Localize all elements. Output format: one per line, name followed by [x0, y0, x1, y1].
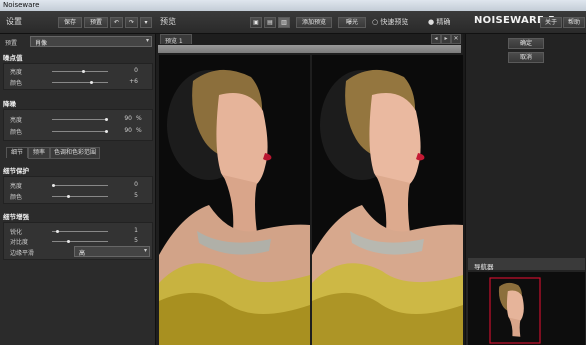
- preset-button[interactable]: 预置: [84, 17, 108, 28]
- undo-icon[interactable]: ↶: [110, 17, 123, 28]
- noise-level-row-value: +6: [129, 78, 138, 85]
- navigator-header: 导航器: [468, 258, 585, 271]
- detail-enhance-row-label: 锐化: [10, 229, 23, 236]
- preview-tab-label: 预览 1: [165, 38, 183, 45]
- noise-reduction-row-value: 90: [124, 115, 132, 122]
- noise-reduction-title: 降噪: [3, 100, 16, 108]
- detail-protection-box: 亮度 0 颜色 5: [3, 176, 153, 204]
- fast-preview-radio[interactable]: ○ 快速预览: [372, 17, 408, 27]
- slider-knob[interactable]: [52, 184, 55, 187]
- about-button[interactable]: 关于: [540, 17, 562, 28]
- edge-smoothing-dropdown[interactable]: 高 ▾: [74, 246, 150, 257]
- redo-icon[interactable]: ↷: [125, 17, 138, 28]
- percent-unit: %: [136, 127, 142, 134]
- help-button[interactable]: 帮助: [563, 17, 585, 28]
- detail-enhance-row-value: 5: [134, 237, 138, 244]
- slider-knob[interactable]: [82, 70, 85, 73]
- tab-next-icon[interactable]: ▸: [441, 34, 451, 44]
- slider-knob[interactable]: [105, 130, 108, 133]
- save-button[interactable]: 保存: [58, 17, 82, 28]
- detail-enhance-row-label: 对比度: [10, 239, 29, 246]
- single-view-icon[interactable]: ▣: [250, 17, 262, 28]
- tab-prev-icon[interactable]: ◂: [431, 34, 441, 44]
- noise-reduction-row-label: 亮度: [10, 117, 23, 124]
- slider-knob[interactable]: [67, 195, 70, 198]
- preset-dropdown[interactable]: 肖像 ▾: [30, 36, 152, 47]
- chevron-down-icon: ▾: [143, 247, 147, 254]
- slider-knob[interactable]: [105, 118, 108, 121]
- slider-knob[interactable]: [67, 240, 70, 243]
- noise-level-color-slider[interactable]: [52, 82, 108, 83]
- navigator-title: 导航器: [474, 263, 494, 271]
- preview-tab[interactable]: 预览 1: [160, 34, 192, 45]
- window-titlebar: Noiseware: [0, 0, 586, 11]
- noise-reduction-row-value: 90: [124, 127, 132, 134]
- preview-after-image[interactable]: [312, 55, 463, 345]
- add-preview-button[interactable]: 添加预览: [296, 17, 332, 28]
- detail-enhance-row-value: 1: [134, 227, 138, 234]
- tab-tone-color[interactable]: 色调和色彩范围: [50, 147, 100, 159]
- exposure-button[interactable]: 曝光: [338, 17, 366, 28]
- window-title: Noiseware: [3, 1, 40, 9]
- noise-level-luma-slider[interactable]: [52, 71, 108, 72]
- preview-title: 预览: [160, 17, 176, 26]
- right-panel: 确定 取消 导航器: [465, 34, 586, 345]
- accurate-label: 精确: [436, 18, 451, 26]
- noise-reduction-header: 降噪: [3, 98, 151, 108]
- tab-close-icon[interactable]: ✕: [451, 34, 461, 44]
- edge-smoothing-value: 高: [79, 250, 86, 257]
- split-vertical-icon[interactable]: ▥: [278, 17, 290, 28]
- top-toolbar: 设置 保存 预置 ↶ ↷ ▾ 预览 ▣ ▤ ▥ 添加预览 曝光 ○ 快速预览 ●…: [0, 11, 586, 34]
- settings-panel: 预置 肖像 ▾ 噪点值 亮度 0 颜色 +6 降噪 亮度 90 % 颜色 90 …: [0, 34, 156, 345]
- tab-frequency[interactable]: 频率: [28, 147, 50, 159]
- noise-reduction-color-slider[interactable]: [52, 131, 108, 132]
- settings-title: 设置: [6, 17, 22, 26]
- noise-reduction-row-label: 颜色: [10, 129, 23, 136]
- detail-protection-luma-slider[interactable]: [52, 185, 108, 186]
- slider-knob[interactable]: [56, 230, 59, 233]
- detail-protection-title: 细节保护: [3, 167, 29, 175]
- detail-protection-color-slider[interactable]: [52, 196, 108, 197]
- preview-before-image[interactable]: [159, 55, 310, 345]
- noise-level-box: 亮度 0 颜色 +6: [3, 63, 153, 90]
- noise-level-title: 噪点值: [3, 54, 23, 62]
- noise-level-row-label: 颜色: [10, 80, 23, 87]
- noise-level-row-value: 0: [134, 67, 138, 74]
- noise-level-row-label: 亮度: [10, 69, 23, 76]
- detail-protection-row-value: 5: [134, 192, 138, 199]
- split-horizontal-icon[interactable]: ▤: [264, 17, 276, 28]
- noise-level-header: 噪点值: [3, 52, 151, 62]
- edge-smoothing-label: 边缘平滑: [10, 250, 35, 257]
- sharpen-slider[interactable]: [52, 231, 108, 232]
- percent-unit: %: [136, 115, 142, 122]
- detail-protection-row-label: 颜色: [10, 194, 23, 201]
- noise-reduction-luma-slider[interactable]: [52, 119, 108, 120]
- navigator-thumbnail[interactable]: [468, 272, 585, 345]
- detail-enhance-header: 细节增强: [3, 211, 151, 221]
- menu-arrow-icon[interactable]: ▾: [140, 17, 152, 28]
- preset-field-label: 预置: [5, 40, 18, 47]
- detail-enhance-box: 锐化 1 对比度 5 边缘平滑 高 ▾: [3, 222, 153, 260]
- cancel-button[interactable]: 取消: [508, 52, 544, 63]
- ok-button[interactable]: 确定: [508, 38, 544, 49]
- fast-preview-label: 快速预览: [380, 18, 409, 26]
- contrast-slider[interactable]: [52, 241, 108, 242]
- detail-protection-row-label: 亮度: [10, 183, 23, 190]
- noise-reduction-box: 亮度 90 % 颜色 90 %: [3, 109, 153, 141]
- preset-dropdown-value: 肖像: [35, 40, 48, 47]
- detail-enhance-title: 细节增强: [3, 213, 29, 221]
- accurate-radio[interactable]: ● 精确: [428, 17, 450, 27]
- detail-protection-row-value: 0: [134, 181, 138, 188]
- preview-header-strip: [158, 45, 461, 53]
- detail-protection-header: 细节保护: [3, 165, 151, 175]
- slider-knob[interactable]: [90, 81, 93, 84]
- chevron-down-icon: ▾: [145, 37, 149, 44]
- tab-detail[interactable]: 细节: [6, 147, 28, 158]
